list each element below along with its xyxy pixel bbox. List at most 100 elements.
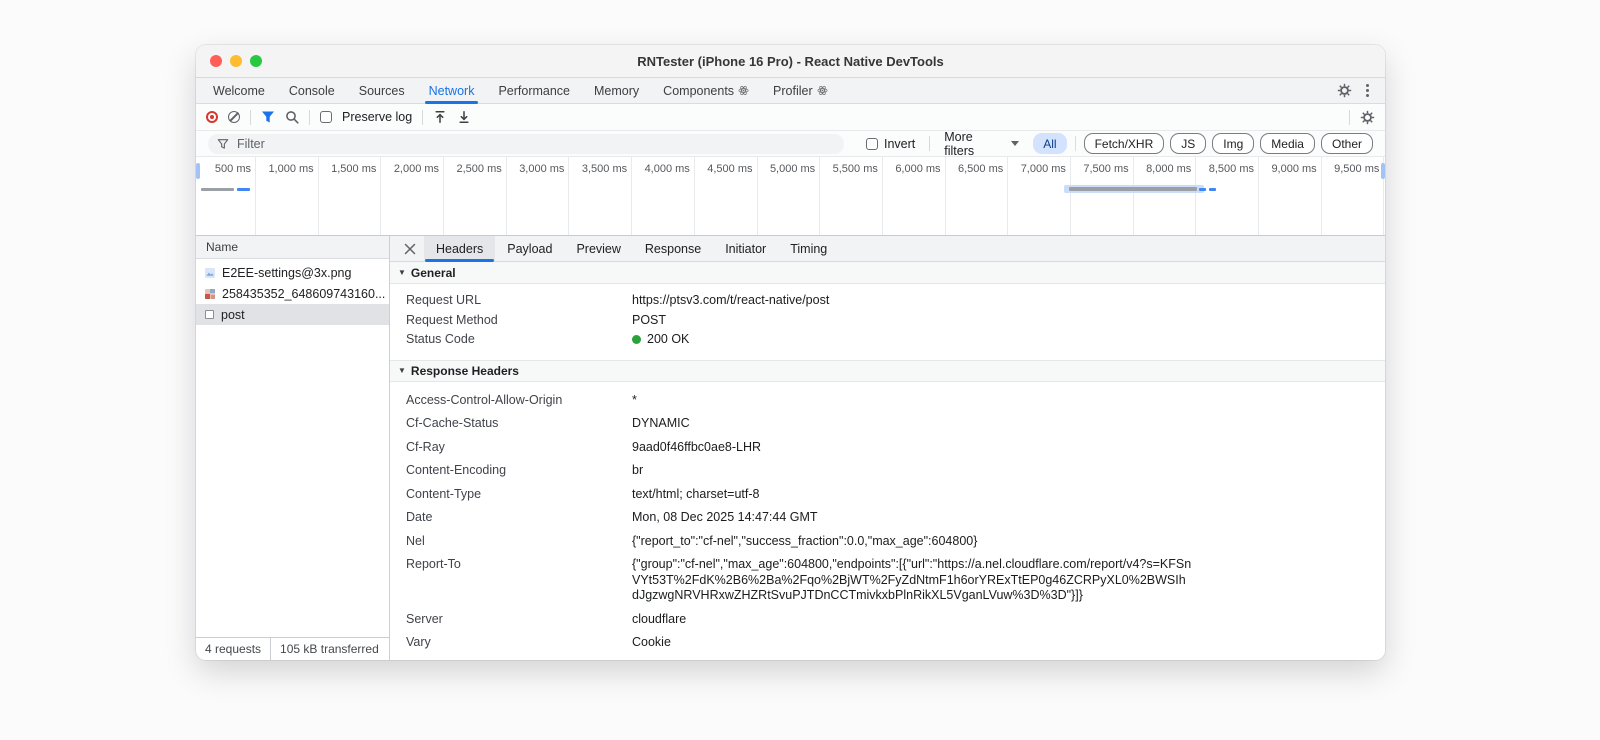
- tab-timing[interactable]: Timing: [778, 236, 839, 261]
- export-har-icon[interactable]: [457, 110, 471, 124]
- import-har-icon[interactable]: [433, 110, 447, 124]
- overflow-menu-icon[interactable]: [1364, 82, 1371, 99]
- tab-components[interactable]: Components: [651, 78, 761, 103]
- collapse-triangle-icon: ▼: [398, 267, 406, 277]
- timeline-tick: 3,000 ms: [507, 157, 570, 235]
- timeline-tick: 8,000 ms: [1134, 157, 1197, 235]
- chip-js[interactable]: JS: [1170, 133, 1207, 154]
- image-thumbnail-icon: [205, 288, 215, 299]
- response-headers-section-header[interactable]: ▼ Response Headers: [390, 359, 1385, 382]
- document-file-icon: [205, 310, 214, 319]
- timeline-tick: 6,500 ms: [946, 157, 1009, 235]
- header-row: Status Code 200 OK: [406, 332, 690, 346]
- tab-preview[interactable]: Preview: [564, 236, 632, 261]
- chip-other[interactable]: Other: [1320, 133, 1373, 154]
- tab-network[interactable]: Network: [417, 78, 487, 104]
- devtools-window: RNTester (iPhone 16 Pro) - React Native …: [196, 45, 1385, 660]
- chip-img[interactable]: Img: [1212, 133, 1255, 154]
- react-atom-icon: [738, 85, 749, 96]
- header-row: Report-To {"group":"cf-nel","max_age":60…: [406, 557, 1192, 602]
- request-row-e2ee-settings[interactable]: E2EE-settings@3x.png: [196, 262, 389, 283]
- status-ok-dot: [632, 335, 641, 344]
- search-icon[interactable]: [285, 110, 299, 124]
- tab-initiator[interactable]: Initiator: [713, 236, 778, 261]
- filter-funnel-icon[interactable]: [261, 110, 275, 124]
- filter-funnel-outline-icon: [217, 138, 229, 150]
- header-row: Server cloudflare: [406, 611, 687, 626]
- devtools-tab-bar: Welcome Console Sources Network Performa…: [196, 78, 1385, 104]
- detail-tab-bar: Headers Payload Preview Response Initiat…: [390, 236, 1385, 262]
- header-row: Nel {"report_to":"cf-nel","success_fract…: [406, 533, 978, 548]
- network-summary-bar: 4 requests 105 kB transferred: [196, 637, 389, 660]
- overview-right-handle[interactable]: [1381, 163, 1385, 179]
- timeline-tick: 6,000 ms: [883, 157, 946, 235]
- transferred-size: 105 kB transferred: [280, 642, 379, 656]
- tab-memory[interactable]: Memory: [582, 78, 651, 103]
- waterfall-bar: [237, 188, 250, 191]
- request-list-panel: Name E2EE-settings@3x.png 258435352_6486…: [196, 236, 390, 660]
- filter-bar: Invert More filters All Fetch/XHR JS Img…: [196, 130, 1385, 158]
- request-row-258435352[interactable]: 258435352_648609743160...: [196, 283, 389, 304]
- request-type-chips: All Fetch/XHR JS Img Media Other: [1033, 133, 1373, 154]
- chip-fetch-xhr[interactable]: Fetch/XHR: [1083, 133, 1165, 154]
- close-window-button[interactable]: [210, 55, 222, 67]
- header-row: Cf-Ray 9aad0f46ffbc0ae8-LHR: [406, 439, 762, 454]
- headers-pane: ▼ General Request URL https://ptsv3.com/…: [390, 262, 1385, 660]
- overview-left-handle[interactable]: [196, 163, 200, 179]
- timeline-tick: 1,000 ms: [256, 157, 319, 235]
- invert-label: Invert: [884, 136, 916, 151]
- react-atom-icon: [817, 85, 828, 96]
- tab-response[interactable]: Response: [633, 236, 713, 261]
- tab-sources[interactable]: Sources: [347, 78, 417, 103]
- close-detail-icon[interactable]: [396, 236, 424, 261]
- name-column-header[interactable]: Name: [196, 236, 389, 259]
- zoom-window-button[interactable]: [250, 55, 262, 67]
- timeline-tick: 9,000 ms: [1259, 157, 1322, 235]
- timeline-tick: 8,500 ms: [1196, 157, 1259, 235]
- header-row: Cf-Cache-Status DYNAMIC: [406, 416, 690, 430]
- chevron-down-icon: [1011, 141, 1020, 146]
- minimize-window-button[interactable]: [230, 55, 242, 67]
- general-section-header[interactable]: ▼ General: [390, 262, 1385, 284]
- waterfall-bar: [1069, 187, 1197, 191]
- header-row: Request Method POST: [406, 312, 667, 327]
- record-network-log-button[interactable]: [206, 111, 218, 123]
- timeline-tick: 2,000 ms: [381, 157, 445, 235]
- header-row: Access-Control-Allow-Origin *: [406, 392, 637, 407]
- settings-gear-icon[interactable]: [1337, 83, 1352, 98]
- chip-media[interactable]: Media: [1260, 133, 1315, 154]
- chip-all[interactable]: All: [1033, 133, 1067, 154]
- window-title: RNTester (iPhone 16 Pro) - React Native …: [637, 53, 944, 69]
- invert-checkbox[interactable]: [866, 137, 878, 150]
- tab-performance[interactable]: Performance: [486, 78, 582, 103]
- request-row-post[interactable]: post: [196, 304, 389, 325]
- request-count: 4 requests: [205, 642, 262, 656]
- collapse-triangle-icon: ▼: [398, 365, 406, 375]
- more-filters-dropdown[interactable]: More filters: [944, 130, 1020, 158]
- timeline-tick: 7,500 ms: [1071, 157, 1134, 235]
- timeline-tick: 3,500 ms: [569, 157, 633, 235]
- filter-input-box[interactable]: [208, 133, 844, 154]
- timeline-tick: 9,500 ms: [1322, 157, 1385, 235]
- timeline-tick: 2,500 ms: [444, 157, 507, 235]
- tab-payload[interactable]: Payload: [495, 236, 564, 261]
- tab-console[interactable]: Console: [277, 78, 347, 103]
- timeline-tick: 7,000 ms: [1008, 157, 1071, 235]
- timeline-tick: 4,000 ms: [632, 157, 695, 235]
- header-row: Content-Type text/html; charset=utf-8: [406, 486, 760, 501]
- tab-profiler[interactable]: Profiler: [761, 78, 840, 103]
- header-row: Vary Cookie: [406, 635, 671, 649]
- tab-headers[interactable]: Headers: [424, 236, 496, 262]
- network-settings-gear-icon[interactable]: [1360, 110, 1375, 125]
- preserve-log-label: Preserve log: [342, 110, 413, 124]
- network-overview-timeline[interactable]: 500 ms 1,000 ms 1,500 ms 2,000 ms 2,500 …: [196, 157, 1385, 236]
- timeline-tick: 5,500 ms: [820, 157, 883, 235]
- request-detail-panel: Headers Payload Preview Response Initiat…: [390, 236, 1385, 660]
- waterfall-bar: [1199, 188, 1206, 191]
- traffic-lights: [210, 45, 262, 77]
- filter-input[interactable]: [235, 135, 835, 152]
- header-row: Content-Encoding br: [406, 463, 644, 477]
- tab-welcome[interactable]: Welcome: [201, 78, 277, 103]
- clear-network-log-icon[interactable]: [228, 111, 240, 123]
- preserve-log-checkbox[interactable]: [320, 111, 332, 123]
